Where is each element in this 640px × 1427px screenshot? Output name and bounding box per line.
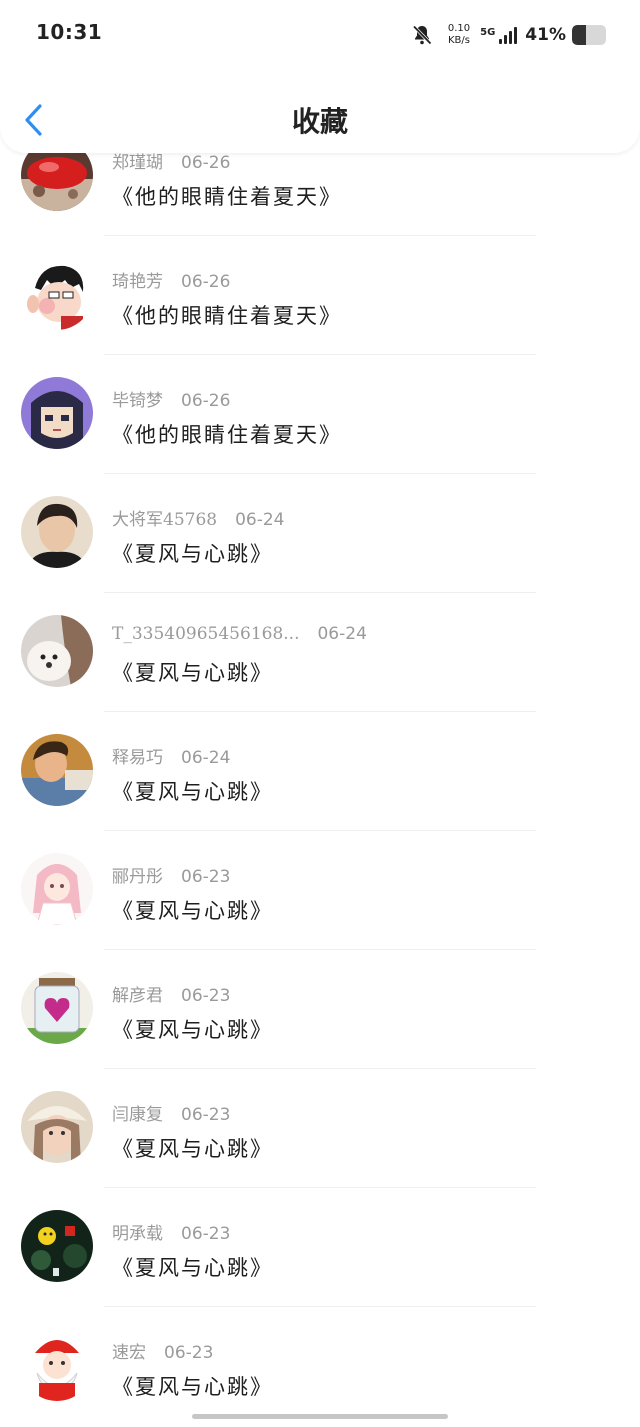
work-title[interactable]: 《他的眼睛住着夏天》 [112,419,342,449]
avatar [21,1329,93,1401]
item-meta: 琦艳芳 06-26 [112,267,230,292]
list-item[interactable]: 大将军45768 06-24 《夏风与心跳》 [0,475,640,594]
user-name: 释易巧 [112,748,163,768]
avatar [21,258,93,330]
item-date: 06-23 [181,1105,231,1125]
divider [104,1187,536,1188]
list-item[interactable]: 毕锜梦 06-26 《他的眼睛住着夏天》 [0,356,640,475]
user-name: T_33540965456168... [112,624,300,644]
avatar [21,615,93,687]
avatar [21,972,93,1044]
work-title[interactable]: 《夏风与心跳》 [112,895,273,925]
divider [104,473,536,474]
divider [104,1306,536,1307]
battery-icon [572,25,606,45]
page-title: 收藏 [291,105,348,138]
item-date: 06-24 [181,748,231,768]
net-speed-value: 0.10 [447,23,471,34]
user-name: 明承载 [112,1224,163,1244]
work-title[interactable]: 《夏风与心跳》 [112,1252,273,1282]
status-time: 10:31 [36,20,103,44]
bell-muted-icon [412,25,432,45]
user-name: 闫康复 [112,1105,163,1125]
user-name: 琦艳芳 [112,272,163,292]
avatar [21,1091,93,1163]
work-title[interactable]: 《夏风与心跳》 [112,538,273,568]
list-item[interactable]: 明承载 06-23 《夏风与心跳》 [0,1189,640,1308]
list-item[interactable]: 琦艳芳 06-26 《他的眼睛住着夏天》 [0,237,640,356]
list-item[interactable]: T_33540965456168... 06-24 《夏风与心跳》 [0,594,640,713]
user-name: 郑瑾瑚 [112,153,163,173]
divider [104,949,536,950]
user-name: 解彦君 [112,986,163,1006]
item-date: 06-26 [181,391,231,411]
work-title[interactable]: 《他的眼睛住着夏天》 [112,300,342,330]
item-date: 06-23 [181,986,231,1006]
item-meta: 大将军45768 06-24 [112,505,285,530]
item-date: 06-24 [235,510,285,530]
list-item[interactable]: 闫康复 06-23 《夏风与心跳》 [0,1070,640,1189]
work-title[interactable]: 《他的眼睛住着夏天》 [112,181,342,211]
avatar [21,734,93,806]
net-speed: 0.10 KB/s [448,23,470,47]
item-date: 06-23 [181,1224,231,1244]
divider [104,354,536,355]
item-meta: 释易巧 06-24 [112,743,230,768]
user-name: 毕锜梦 [112,391,163,411]
item-meta: 闫康复 06-23 [112,1100,230,1125]
item-date: 06-26 [181,272,231,292]
user-name: 速宏 [112,1343,146,1363]
work-title[interactable]: 《夏风与心跳》 [112,1014,273,1044]
work-title[interactable]: 《夏风与心跳》 [112,776,273,806]
avatar [21,496,93,568]
signal-icon: 5G [480,26,518,44]
avatar [21,1210,93,1282]
list-item[interactable]: 速宏 06-23 《夏风与心跳》 [0,1308,640,1427]
item-meta: T_33540965456168... 06-24 [112,624,367,644]
network-type: 5G [480,27,496,38]
user-name: 大将军45768 [112,510,218,530]
item-date: 06-23 [164,1343,214,1363]
user-name: 郦丹彤 [112,867,163,887]
list-item[interactable]: 解彦君 06-23 《夏风与心跳》 [0,951,640,1070]
avatar [21,377,93,449]
home-indicator[interactable] [192,1414,448,1419]
item-date: 06-23 [181,867,231,887]
status-icons: 0.10 KB/s 5G 41% [410,18,606,52]
avatar [21,853,93,925]
work-title[interactable]: 《夏风与心跳》 [112,657,273,687]
item-meta: 明承载 06-23 [112,1219,230,1244]
top-bar: 10:31 0.10 KB/s 5G 41% 收藏 [0,0,640,153]
divider [104,711,536,712]
work-title[interactable]: 《夏风与心跳》 [112,1133,273,1163]
item-date: 06-24 [317,624,367,644]
divider [104,592,536,593]
item-date: 06-26 [181,153,231,173]
work-title[interactable]: 《夏风与心跳》 [112,1371,273,1401]
divider [104,830,536,831]
divider [104,1068,536,1069]
battery-percent: 41% [525,25,566,45]
net-speed-unit: KB/s [447,35,470,46]
item-meta: 郦丹彤 06-23 [112,862,230,887]
list-item[interactable]: 释易巧 06-24 《夏风与心跳》 [0,713,640,832]
item-meta: 毕锜梦 06-26 [112,386,230,411]
item-meta: 解彦君 06-23 [112,981,230,1006]
item-meta: 速宏 06-23 [112,1338,213,1363]
divider [104,235,536,236]
list-item[interactable]: 郦丹彤 06-23 《夏风与心跳》 [0,832,640,951]
